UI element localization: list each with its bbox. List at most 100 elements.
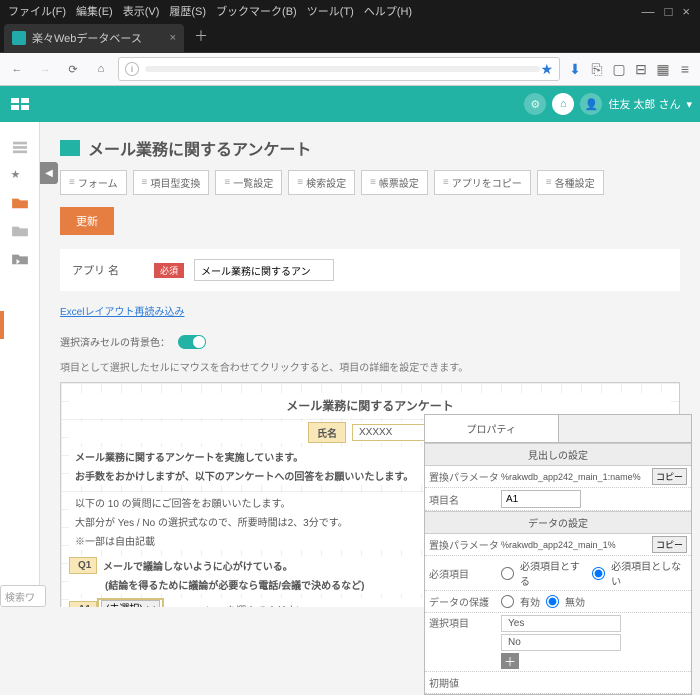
properties-panel: プロパティ 見出しの設定 置換パラメータ %rakwdb_app242_main… [424, 414, 692, 695]
protect-off-text: 無効 [565, 594, 585, 609]
address-bar: ← → ⟳ ⌂ i ★ ⬇ ⎘ ▢ ⊟ ▦ ≡ [0, 52, 700, 86]
tool-searchset[interactable]: 検索設定 [288, 170, 355, 195]
home-icon[interactable]: ⌂ [552, 93, 574, 115]
menu-history[interactable]: 履歴(S) [165, 1, 210, 21]
sidebar-icon[interactable]: ⊟ [632, 61, 650, 78]
user-avatar-icon: 👤 [580, 93, 602, 115]
page-title: メール業務に関するアンケート [88, 136, 311, 160]
panel-tab-properties[interactable]: プロパティ [425, 415, 559, 442]
toolbar: フォーム 項目型変換 一覧設定 検索設定 帳票設定 アプリをコピー 各種設定 [40, 170, 700, 207]
tab-title: 楽々Webデータベース [32, 30, 142, 46]
hint-text: 項目として選択したセルにマウスを合わせてクリックすると、項目の詳細を設定できます… [40, 355, 700, 382]
shield-icon[interactable]: ▢ [610, 61, 628, 78]
required-off-radio[interactable] [592, 567, 605, 580]
search-footer[interactable]: 検索ワ [0, 585, 46, 607]
note3: ※一部は自由記載 [69, 531, 161, 550]
required-on-text: 必須項目とする [520, 558, 586, 588]
protect-on-text: 有効 [520, 594, 540, 609]
q1-no: Q1 [69, 557, 97, 574]
copy-button-1[interactable]: コピー [652, 468, 687, 485]
name-label: 氏名 [308, 422, 346, 443]
window-maximize[interactable]: □ [665, 4, 673, 19]
site-info-icon[interactable]: i [125, 62, 139, 76]
a1-cell[interactable]: (未選択) [97, 598, 164, 607]
select-item-yes[interactable]: Yes [501, 615, 621, 632]
select-item-no[interactable]: No [501, 634, 621, 651]
update-button[interactable]: 更新 [60, 207, 114, 235]
required-badge: 必須 [154, 263, 184, 278]
user-caret-icon[interactable]: ▾ [686, 98, 692, 111]
required-on-radio[interactable] [501, 567, 514, 580]
download-icon[interactable]: ⬇ [566, 61, 584, 78]
replace-param-value-2: %rakwdb_app242_main_1% [501, 540, 650, 550]
replace-param-value: %rakwdb_app242_main_1:name% [501, 472, 650, 482]
apps-icon[interactable]: ▦ [654, 61, 672, 78]
window-minimize[interactable]: — [642, 4, 655, 19]
panel-section-heading: 見出しの設定 [425, 443, 691, 466]
sidebar: ★ [0, 122, 40, 607]
app-name-input[interactable] [194, 259, 334, 281]
intro2: お手数をおかけしますが、以下のアンケートへの回答をお願いいたします。 [69, 466, 419, 485]
os-menubar: ファイル(F) 編集(E) 表示(V) 履歴(S) ブックマーク(B) ツール(… [0, 0, 700, 22]
menu-edit[interactable]: 編集(E) [72, 1, 117, 21]
a1-select[interactable]: (未選択) [101, 600, 160, 607]
required-off-text: 必須項目としない [611, 558, 687, 588]
menu-icon[interactable]: ≡ [676, 61, 694, 78]
nav-home[interactable]: ⌂ [90, 58, 112, 80]
panel-section-data: データの設定 [425, 511, 691, 534]
protect-label: データの保護 [429, 594, 501, 609]
url-input[interactable]: i ★ [118, 57, 560, 81]
settings-gear-icon[interactable]: ⚙ [524, 93, 546, 115]
new-tab-button[interactable]: ＋ [184, 20, 218, 52]
item-name-label: 項目名 [429, 492, 501, 507]
user-name[interactable]: 住友 太郎 さん [608, 96, 680, 112]
tool-listset[interactable]: 一覧設定 [215, 170, 282, 195]
tab-close-icon[interactable]: × [170, 32, 176, 44]
menu-help[interactable]: ヘルプ(H) [360, 1, 416, 21]
protect-on-radio[interactable] [501, 595, 514, 608]
window-close[interactable]: × [682, 4, 690, 19]
copy-button-2[interactable]: コピー [652, 536, 687, 553]
browser-tabbar: 楽々Webデータベース × ＋ [0, 22, 700, 52]
app-name-label: アプリ 名 [72, 262, 144, 278]
library-icon[interactable]: ⎘ [588, 61, 606, 78]
sidebar-item-folder-3[interactable] [11, 252, 29, 266]
note1: 以下の 10 の質問にご回答をお願いいたします。 [69, 493, 296, 512]
note2: 大部分が Yes / No の選択式なので、所要時間は2、3分です。 [69, 512, 354, 531]
panel-tab-2[interactable] [559, 415, 692, 442]
nav-back[interactable]: ← [6, 58, 28, 80]
name-value[interactable]: XXXXX [352, 424, 432, 441]
item-name-input[interactable] [501, 490, 581, 508]
required-label: 必須項目 [429, 566, 501, 581]
sidebar-item-layers[interactable] [11, 140, 29, 154]
tool-form[interactable]: フォーム [60, 170, 127, 195]
nav-forward: → [34, 58, 56, 80]
browser-tab[interactable]: 楽々Webデータベース × [4, 24, 184, 52]
a1-no: A1 [69, 601, 97, 608]
sidebar-collapse-button[interactable]: ◀ [40, 162, 58, 184]
menu-tool[interactable]: ツール(T) [303, 1, 358, 21]
sidebar-item-folder-2[interactable] [11, 224, 29, 238]
tool-appcopy[interactable]: アプリをコピー [434, 170, 531, 195]
page-title-icon [60, 140, 80, 156]
protect-off-radio[interactable] [546, 595, 559, 608]
add-item-button[interactable]: ＋ [501, 653, 519, 669]
sidebar-item-folder-active[interactable] [11, 196, 29, 210]
nav-reload[interactable]: ⟳ [62, 58, 84, 80]
url-masked [145, 66, 540, 72]
arrow-icon: ← [164, 604, 180, 608]
menu-view[interactable]: 表示(V) [119, 1, 164, 21]
menu-file[interactable]: ファイル(F) [4, 1, 70, 21]
sidebar-item-star[interactable]: ★ [11, 168, 29, 182]
a1-hint: Yes / No を選んでください [180, 600, 312, 608]
excel-reload-link[interactable]: Excelレイアウト再読み込み [60, 307, 184, 318]
cellbg-label: 選択済みセルの背景色： [60, 334, 170, 349]
app-logo-icon[interactable] [8, 92, 32, 116]
q1-sub: (結論を得るために議論が必要なら電話/会議で決めるなど) [69, 575, 370, 594]
tool-variset[interactable]: 各種設定 [537, 170, 604, 195]
bookmark-star-icon[interactable]: ★ [540, 61, 553, 78]
cellbg-toggle[interactable] [178, 335, 206, 349]
menu-bookmark[interactable]: ブックマーク(B) [212, 1, 301, 21]
tool-coltype[interactable]: 項目型変換 [133, 170, 210, 195]
tool-ledgerset[interactable]: 帳票設定 [361, 170, 428, 195]
